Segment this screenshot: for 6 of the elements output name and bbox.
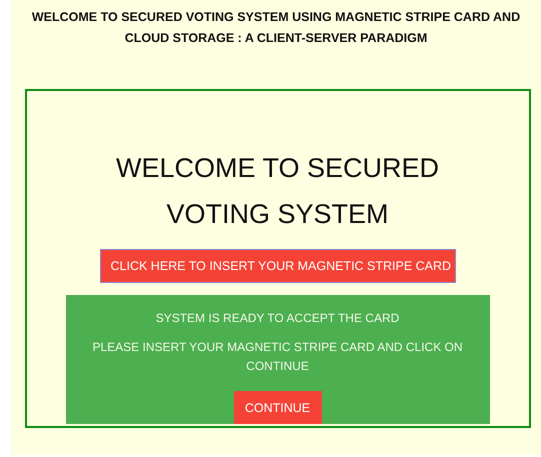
instruction-text: PLEASE INSERT YOUR MAGNETIC STRIPE CARD AND CLICK ON CONTINUE (91, 339, 464, 375)
status-text: SYSTEM IS READY TO ACCEPT THE CARD (154, 310, 400, 327)
insert-card-button[interactable]: CLICK HERE TO INSERT YOUR MAGNETIC STRIPE CARD (100, 249, 456, 283)
continue-button[interactable]: CONTINUE (234, 391, 322, 424)
page-title: WELCOME TO SECURED VOTING SYSTEM USING MAGNETIC STRIPE CARD AND CLOUD STORAGE : A CLIENT-SERVER PARADIGM (30, 9, 522, 47)
welcome-heading: WELCOME TO SECURED VOTING SYSTEM (114, 152, 440, 231)
